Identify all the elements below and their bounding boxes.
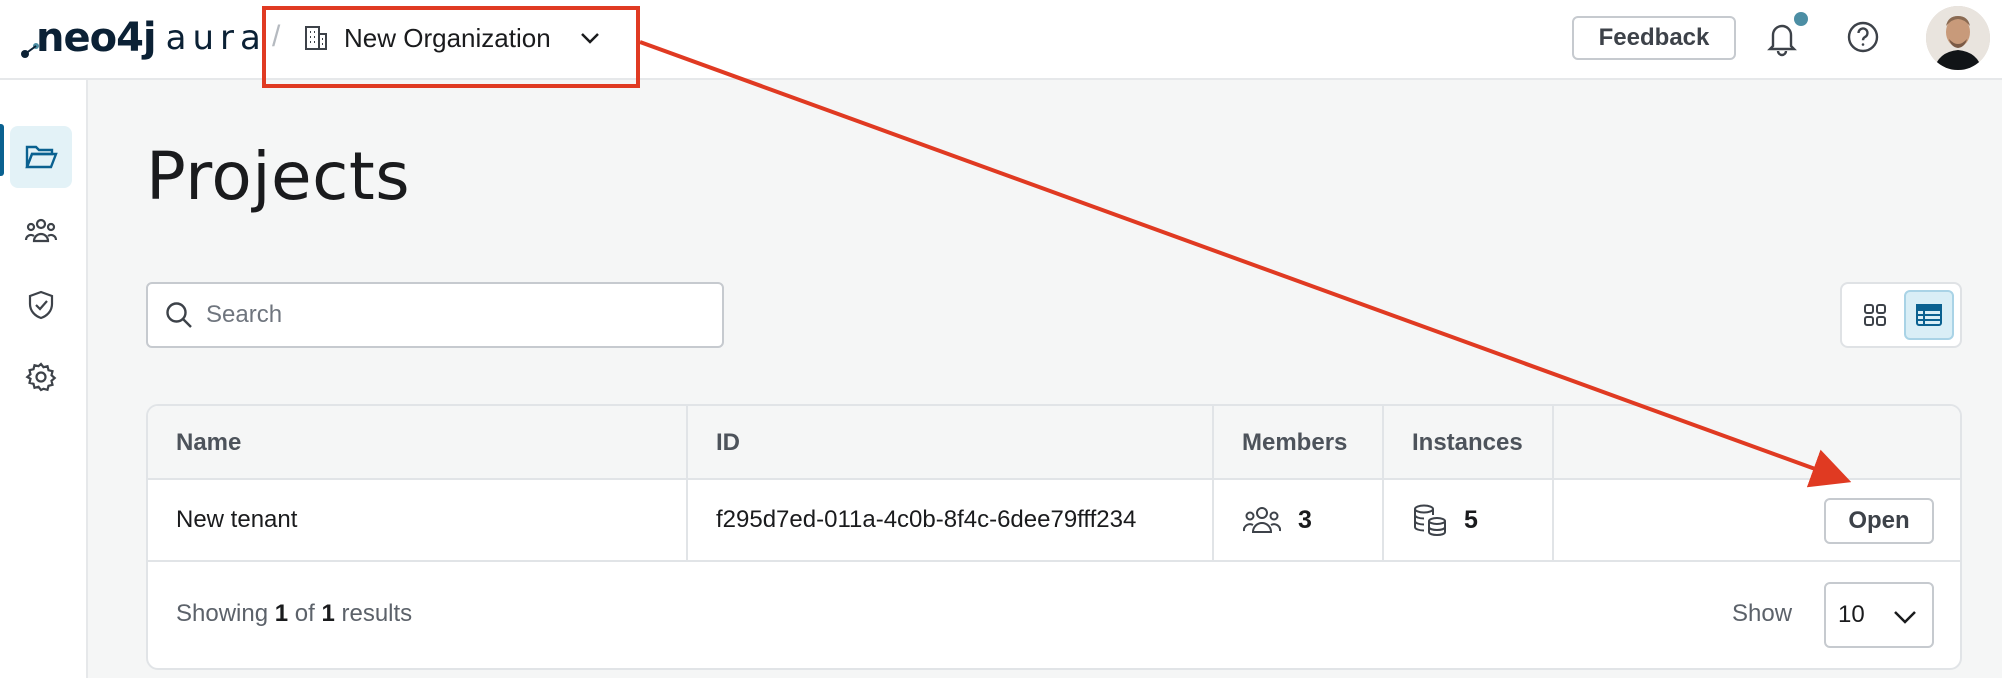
column-divider	[686, 406, 688, 562]
showing-total: 1	[321, 600, 335, 627]
user-avatar[interactable]	[1926, 6, 1990, 70]
projects-table: Name ID Members Instances New tenant f29…	[146, 404, 1962, 670]
logo-neo4j-text: neo4j	[36, 15, 157, 61]
project-id: f295d7ed-011a-4c0b-8f4c-6dee79fff234	[716, 506, 1137, 533]
showing-suffix: results	[341, 600, 413, 627]
page-title: Projects	[146, 138, 411, 215]
top-bar: neo4j aura / New Organization Feedback	[0, 0, 2002, 88]
bell-icon[interactable]	[1764, 18, 1800, 58]
sidebar	[0, 80, 88, 678]
table-footer: Showing 1 of 1 results Show 10	[148, 562, 1960, 668]
breadcrumb-separator: /	[272, 20, 281, 53]
table-row: New tenant f295d7ed-011a-4c0b-8f4c-6dee7…	[148, 480, 1960, 562]
column-divider	[1382, 406, 1384, 562]
instances-count: 5	[1464, 505, 1478, 534]
chevron-down-icon	[1894, 611, 1916, 624]
users-icon	[24, 218, 58, 243]
building-icon	[305, 26, 327, 50]
sidebar-item-projects[interactable]	[10, 126, 72, 188]
logo-aura-text: aura	[165, 18, 267, 58]
chevron-down-icon	[580, 33, 599, 44]
gear-icon	[25, 362, 57, 392]
search-input[interactable]	[206, 301, 686, 329]
page-size-select[interactable]: 10	[1824, 582, 1934, 648]
list-view-icon	[1916, 304, 1942, 326]
showing-current: 1	[274, 600, 289, 627]
column-header-instances: Instances	[1412, 429, 1523, 456]
showing-of: of	[294, 600, 315, 627]
help-icon[interactable]	[1844, 18, 1882, 56]
members-icon	[1242, 507, 1282, 533]
sidebar-item-users[interactable]	[10, 200, 72, 262]
list-view-button[interactable]	[1904, 290, 1954, 340]
avatar-photo-icon	[1926, 6, 1990, 70]
organization-switcher[interactable]: New Organization	[302, 18, 603, 58]
notification-dot	[1794, 12, 1808, 26]
organization-name: New Organization	[344, 22, 551, 53]
results-summary: Showing 1 of 1 results	[176, 600, 412, 628]
page-size-label: Show	[1732, 600, 1793, 627]
feedback-button[interactable]: Feedback	[1572, 16, 1736, 60]
view-toggle	[1840, 282, 1962, 348]
database-instances-icon	[1414, 504, 1446, 537]
page-size-value: 10	[1838, 601, 1865, 628]
showing-prefix: Showing	[176, 600, 269, 627]
folder-icon	[25, 145, 58, 169]
grid-view-icon	[1864, 304, 1886, 326]
neo4j-aura-logo[interactable]: neo4j aura	[21, 14, 267, 62]
project-name: New tenant	[176, 506, 298, 533]
shield-check-icon	[28, 290, 54, 320]
search-icon	[166, 302, 192, 328]
members-count: 3	[1298, 505, 1312, 534]
column-header-name: Name	[176, 429, 242, 456]
column-header-id: ID	[716, 429, 740, 456]
open-project-button[interactable]: Open	[1824, 498, 1934, 544]
column-divider	[1212, 406, 1214, 562]
sidebar-item-settings[interactable]	[10, 346, 72, 408]
table-header: Name ID Members Instances	[148, 406, 1960, 480]
grid-view-button[interactable]	[1850, 290, 1900, 340]
column-header-members: Members	[1242, 429, 1348, 456]
search-box[interactable]	[146, 282, 724, 348]
project-members: 3	[1214, 480, 1312, 560]
active-nav-marker	[0, 124, 4, 176]
column-divider	[1552, 406, 1554, 562]
project-instances: 5	[1384, 480, 1478, 560]
logo-dots-icon	[21, 43, 39, 58]
sidebar-item-security[interactable]	[10, 274, 72, 336]
